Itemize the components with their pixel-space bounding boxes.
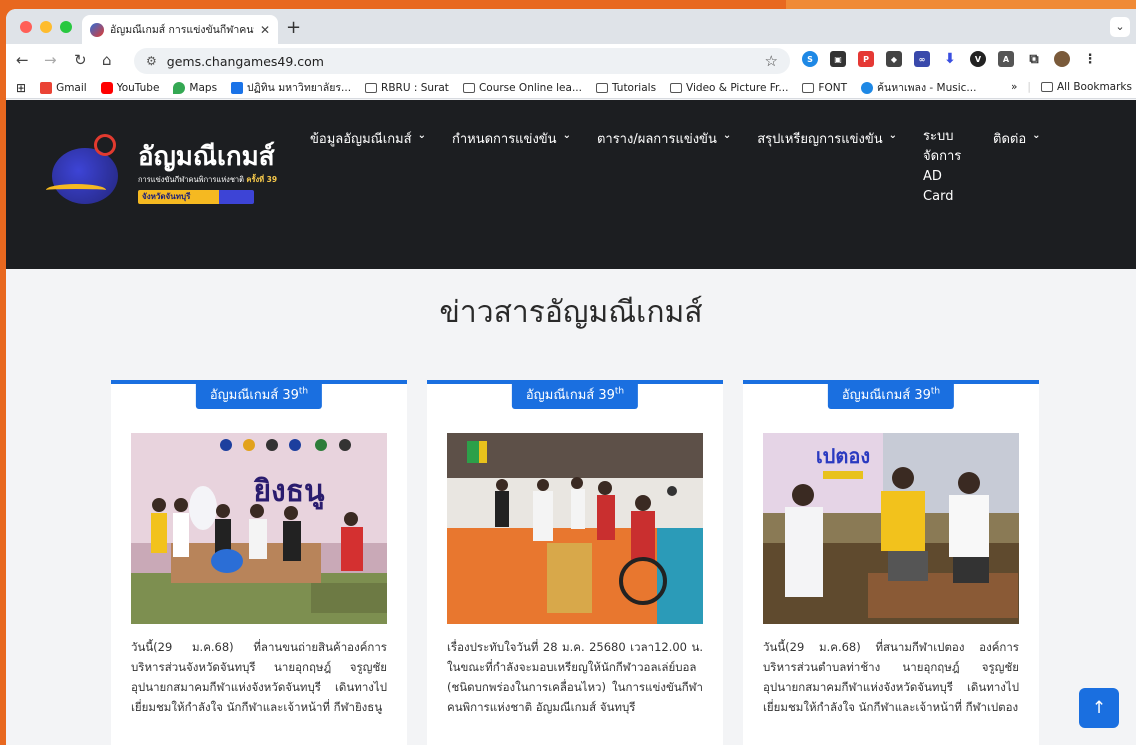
- minimize-window-button[interactable]: [40, 21, 52, 33]
- nav-item-results[interactable]: ตาราง/ผลการแข่งขัน ⌄: [597, 128, 731, 207]
- browser-window: อัญมณีเกมส์ การแข่งขันกีฬาคนพิก ✕ + ⌄ ← …: [6, 9, 1136, 745]
- bookmark-youtube[interactable]: YouTube: [100, 81, 159, 94]
- new-tab-button[interactable]: +: [286, 17, 301, 38]
- extension-vd-icon[interactable]: V: [970, 51, 986, 67]
- news-card[interactable]: อัญมณีเกมส์ 39th เรื่องประทับใจวันที่ 28…: [427, 380, 723, 745]
- tab-title: อัญมณีเกมส์ การแข่งขันกีฬาคนพิก: [110, 24, 254, 36]
- main-nav: ข้อมูลอัญมณีเกมส์ ⌄ กำหนดการแข่งขัน ⌄ ตารา…: [310, 128, 1041, 207]
- card-excerpt: เรื่องประทับใจวันที่ 28 ม.ค. 25680 เวลา1…: [447, 640, 703, 714]
- news-photo-archery[interactable]: ยิงธนู: [131, 433, 387, 624]
- bookmark-calendar[interactable]: ปฏิทิน มหาวิทยาลัยร...: [231, 79, 351, 96]
- profile-avatar[interactable]: [1054, 51, 1070, 67]
- home-icon[interactable]: ⌂: [102, 51, 112, 69]
- news-photo-petanque[interactable]: เปตอง: [763, 433, 1019, 624]
- card-badge: อัญมณีเกมส์ 39th: [195, 380, 323, 409]
- all-bookmarks-button[interactable]: All Bookmarks: [1040, 81, 1132, 93]
- folder-icon: [670, 82, 683, 93]
- extension-download-icon[interactable]: ⬇: [942, 51, 958, 67]
- banner-sign-text: ยิงธนู: [253, 474, 325, 510]
- extension-pip-icon[interactable]: ▣: [830, 51, 846, 67]
- site-header: อัญมณีเกมส์ การแข่งขันกีฬาคนพิการแห่งชาต…: [6, 100, 1136, 269]
- bookmark-gmail[interactable]: Gmail: [40, 81, 87, 94]
- news-section: ข่าวสารอัญมณีเกมส์ อัญมณีเกมส์ 39th ยิงธ…: [6, 269, 1136, 745]
- close-tab-icon[interactable]: ✕: [260, 23, 270, 37]
- chevron-down-icon: ⌄: [1032, 130, 1041, 141]
- bookmark-maps[interactable]: Maps: [173, 81, 217, 94]
- logo-subtitle: การแข่งขันกีฬาคนพิการแห่งชาติ ครั้งที่ 3…: [138, 175, 278, 184]
- chevron-down-icon: ⌄: [417, 130, 426, 141]
- back-to-top-button[interactable]: ↑: [1079, 688, 1119, 728]
- section-title: ข่าวสารอัญมณีเกมส์: [439, 295, 703, 330]
- maps-pin-icon: [173, 81, 186, 94]
- active-tab[interactable]: อัญมณีเกมส์ การแข่งขันกีฬาคนพิก ✕: [82, 15, 278, 44]
- more-bookmarks-button[interactable]: »: [1011, 81, 1017, 93]
- nav-item-about[interactable]: ข้อมูลอัญมณีเกมส์ ⌄: [310, 128, 426, 207]
- bookmark-folder-font[interactable]: FONT: [802, 82, 847, 94]
- logo-province: จังหวัดจันทบุรี: [138, 190, 254, 204]
- folder-icon: [365, 82, 378, 93]
- news-card[interactable]: อัญมณีเกมส์ 39th เปตอง วันนี้(29 ม.ค.68)…: [743, 380, 1039, 745]
- folder-icon: [462, 82, 475, 93]
- card-excerpt: วันนี้(29 ม.ค.68) ที่ลานขนถ่ายสินค้าองค์…: [131, 640, 387, 714]
- bookmark-star-icon[interactable]: ☆: [765, 52, 778, 70]
- extension-shazam-icon[interactable]: S: [802, 51, 818, 67]
- chevron-down-icon: ⌄: [562, 130, 571, 141]
- maximize-window-button[interactable]: [60, 21, 72, 33]
- folder-icon: [802, 82, 815, 93]
- close-window-button[interactable]: [20, 21, 32, 33]
- bookmarks-overflow: » | All Bookmarks: [1010, 81, 1132, 93]
- folder-icon: [1040, 82, 1053, 92]
- card-excerpt: วันนี้(29 ม.ค.68) ที่สนามกีฬาเปตอง องค์ก…: [763, 640, 1019, 714]
- extensions-area: S ▣ P ◆ ∞ ⬇ V A ⧉ ⋮: [802, 51, 1098, 67]
- site-info-icon[interactable]: ⚙: [146, 54, 157, 68]
- browser-toolbar: ← → ↻ ⌂ ⚙ gems.changames49.com ☆ S ▣ P ◆…: [6, 44, 1136, 77]
- logo-title: อัญมณีเกมส์: [138, 142, 275, 172]
- arrow-up-icon: ↑: [1091, 698, 1107, 718]
- gmail-icon: [40, 81, 53, 94]
- bookmark-folder-course[interactable]: Course Online lea...: [462, 82, 582, 94]
- nav-item-medals[interactable]: สรุปเหรียญการแข่งขัน ⌄: [757, 128, 897, 207]
- extension-pdf-icon[interactable]: P: [858, 51, 874, 67]
- url-text: gems.changames49.com: [166, 53, 324, 69]
- reload-icon[interactable]: ↻: [74, 51, 87, 69]
- banner-sign-text: เปตอง: [816, 444, 870, 468]
- site-favicon-icon: [90, 22, 104, 37]
- music-search-icon: [861, 81, 873, 94]
- bookmark-folder-rbru[interactable]: RBRU : Surat: [365, 82, 449, 94]
- nav-item-schedule[interactable]: กำหนดการแข่งขัน ⌄: [452, 128, 571, 207]
- news-card[interactable]: อัญมณีเกมส์ 39th ยิงธนู วันนี้(29 ม.ค.68…: [111, 380, 407, 745]
- card-badge: อัญมณีเกมส์ 39th: [511, 380, 639, 409]
- browser-menu-icon[interactable]: ⋮: [1082, 51, 1098, 67]
- apps-grid-icon[interactable]: ⊞: [16, 81, 26, 95]
- chevron-down-icon: ⌄: [888, 130, 898, 141]
- extensions-puzzle-icon[interactable]: ⧉: [1026, 51, 1042, 67]
- youtube-icon: [100, 81, 113, 94]
- folder-icon: [595, 82, 608, 93]
- back-arrow-icon[interactable]: ←: [16, 51, 29, 69]
- bookmark-music[interactable]: ค้นหาเพลง - Music...: [861, 79, 976, 96]
- address-bar[interactable]: ⚙ gems.changames49.com ☆: [134, 48, 790, 74]
- nav-item-contact[interactable]: ติดต่อ ⌄: [993, 128, 1041, 207]
- news-photo-volleyball[interactable]: [447, 433, 703, 624]
- card-badge: อัญมณีเกมส์ 39th: [827, 380, 955, 409]
- bookmark-folder-tutorials[interactable]: Tutorials: [595, 82, 656, 94]
- extension-a-icon[interactable]: A: [998, 51, 1014, 67]
- tab-strip: อัญมณีเกมส์ การแข่งขันกีฬาคนพิก ✕ + ⌄: [6, 9, 1136, 44]
- chevron-down-icon: ⌄: [722, 130, 732, 141]
- extension-link-icon[interactable]: ∞: [914, 51, 930, 67]
- calendar-icon: [231, 81, 244, 94]
- window-controls: [20, 21, 72, 33]
- logo-emblem-icon: [46, 130, 132, 206]
- bookmark-folder-video[interactable]: Video & Picture Fr...: [670, 82, 788, 94]
- nav-item-adcard[interactable]: ระบบ จัดการ AD Card: [923, 127, 973, 207]
- tab-search-chevron-icon[interactable]: ⌄: [1110, 17, 1130, 37]
- forward-arrow-icon[interactable]: →: [44, 51, 57, 69]
- extension-shield-icon[interactable]: ◆: [886, 51, 902, 67]
- bookmarks-bar: ⊞ Gmail YouTube Maps ปฏิทิน มหาวิทยาลัยร…: [6, 77, 1136, 99]
- site-logo[interactable]: อัญมณีเกมส์ การแข่งขันกีฬาคนพิการแห่งชาต…: [46, 130, 277, 206]
